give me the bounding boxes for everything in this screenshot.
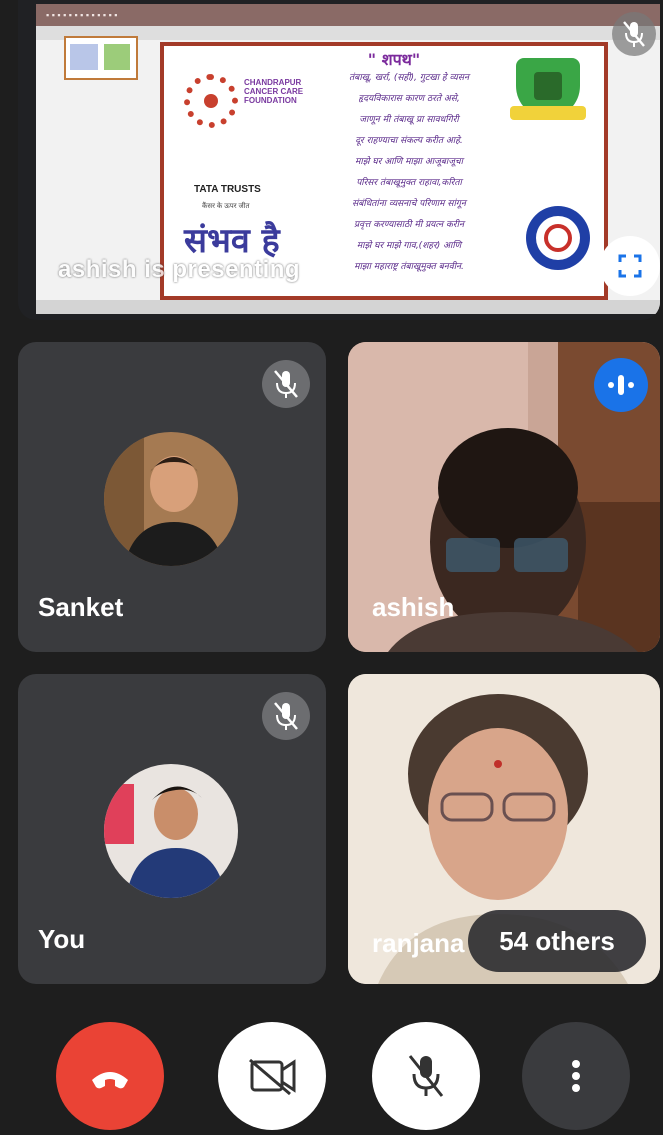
mic-off-icon xyxy=(408,1055,444,1097)
shared-app-menubar: ▪ ▪ ▪ ▪ ▪ ▪ ▪ ▪ ▪ ▪ ▪ ▪ ▪ xyxy=(36,4,660,26)
avatar xyxy=(104,764,238,898)
foundation-name: CHANDRAPUR CANCER CARE FOUNDATION xyxy=(244,78,304,105)
fullscreen-button[interactable] xyxy=(600,236,660,296)
camera-off-icon xyxy=(249,1058,296,1096)
oath-line: दूर राहण्याचा संकल्प करीत आहे. xyxy=(355,136,463,146)
seal-emblem-icon xyxy=(526,206,590,270)
participant-tile-you[interactable]: You xyxy=(18,674,326,984)
participant-tile-ashish[interactable]: ashish xyxy=(348,342,660,652)
oath-line: माझे घर माझे गाव,(शहर) आणि xyxy=(356,241,462,251)
fullscreen-icon xyxy=(618,254,642,278)
mic-off-icon xyxy=(262,692,310,740)
participant-name: ashish xyxy=(372,592,455,622)
oath-line: माझा महाराष्ट्र तंबाखूमुक्त बनवीन. xyxy=(354,262,464,272)
phone-hangup-icon xyxy=(92,1072,128,1089)
end-call-button[interactable] xyxy=(56,1022,164,1130)
presenter-label: ashish is presenting xyxy=(58,256,301,283)
others-count-badge[interactable]: 54 others xyxy=(468,910,646,972)
oath-line: हृदयविकारास कारण ठरते असे, xyxy=(358,94,460,104)
participant-name: You xyxy=(38,924,86,954)
mic-off-icon xyxy=(262,360,310,408)
participant-name: Sanket xyxy=(38,592,124,622)
participant-name: ranjana xyxy=(372,928,465,958)
mic-off-icon xyxy=(612,12,656,56)
oath-line: संबंधितांना व्यसनाचे परिणाम सांगून xyxy=(352,199,466,209)
more-options-button[interactable] xyxy=(522,1022,630,1130)
participant-tile-ranjana[interactable]: ranjana 54 others xyxy=(348,674,660,984)
presentation-tile[interactable]: ▪ ▪ ▪ ▪ ▪ ▪ ▪ ▪ ▪ ▪ ▪ ▪ ▪ " शपथ" तंबाखू,… xyxy=(18,0,660,320)
participant-tile-sanket[interactable]: Sanket xyxy=(18,342,326,652)
oath-line: प्रवृत्त करण्यासाठी मी प्रयत्न करीन xyxy=(354,220,464,230)
oath-title: " शपथ" xyxy=(367,50,421,69)
more-vert-icon xyxy=(572,1060,580,1092)
sponsor-name: TATA TRUSTS xyxy=(194,184,261,195)
call-controls-bar xyxy=(0,1000,663,1130)
oath-line: तंबाखू, खर्रा, (सही), गुटखा हे व्यसन xyxy=(349,73,469,83)
shared-app-statusbar xyxy=(36,300,660,314)
oath-line: परिसर तंबाखूमुक्त राहावा,करिता xyxy=(356,178,462,188)
oath-line: माझे घर आणि माझा आजूबाजूचा xyxy=(355,157,463,167)
oath-line: जाणून मी तंबाखू प्रा सावधगिरी xyxy=(359,115,459,125)
speaking-indicator-icon xyxy=(594,358,648,412)
avatar xyxy=(104,432,238,566)
school-emblem-icon xyxy=(510,58,586,120)
foundation-logo-icon xyxy=(184,74,238,128)
sponsor-subtitle: कैंसर के ऊपर जीत xyxy=(202,203,250,210)
camera-toggle-button[interactable] xyxy=(218,1022,326,1130)
mic-toggle-button[interactable] xyxy=(372,1022,480,1130)
slide-thumbnail xyxy=(64,36,138,80)
